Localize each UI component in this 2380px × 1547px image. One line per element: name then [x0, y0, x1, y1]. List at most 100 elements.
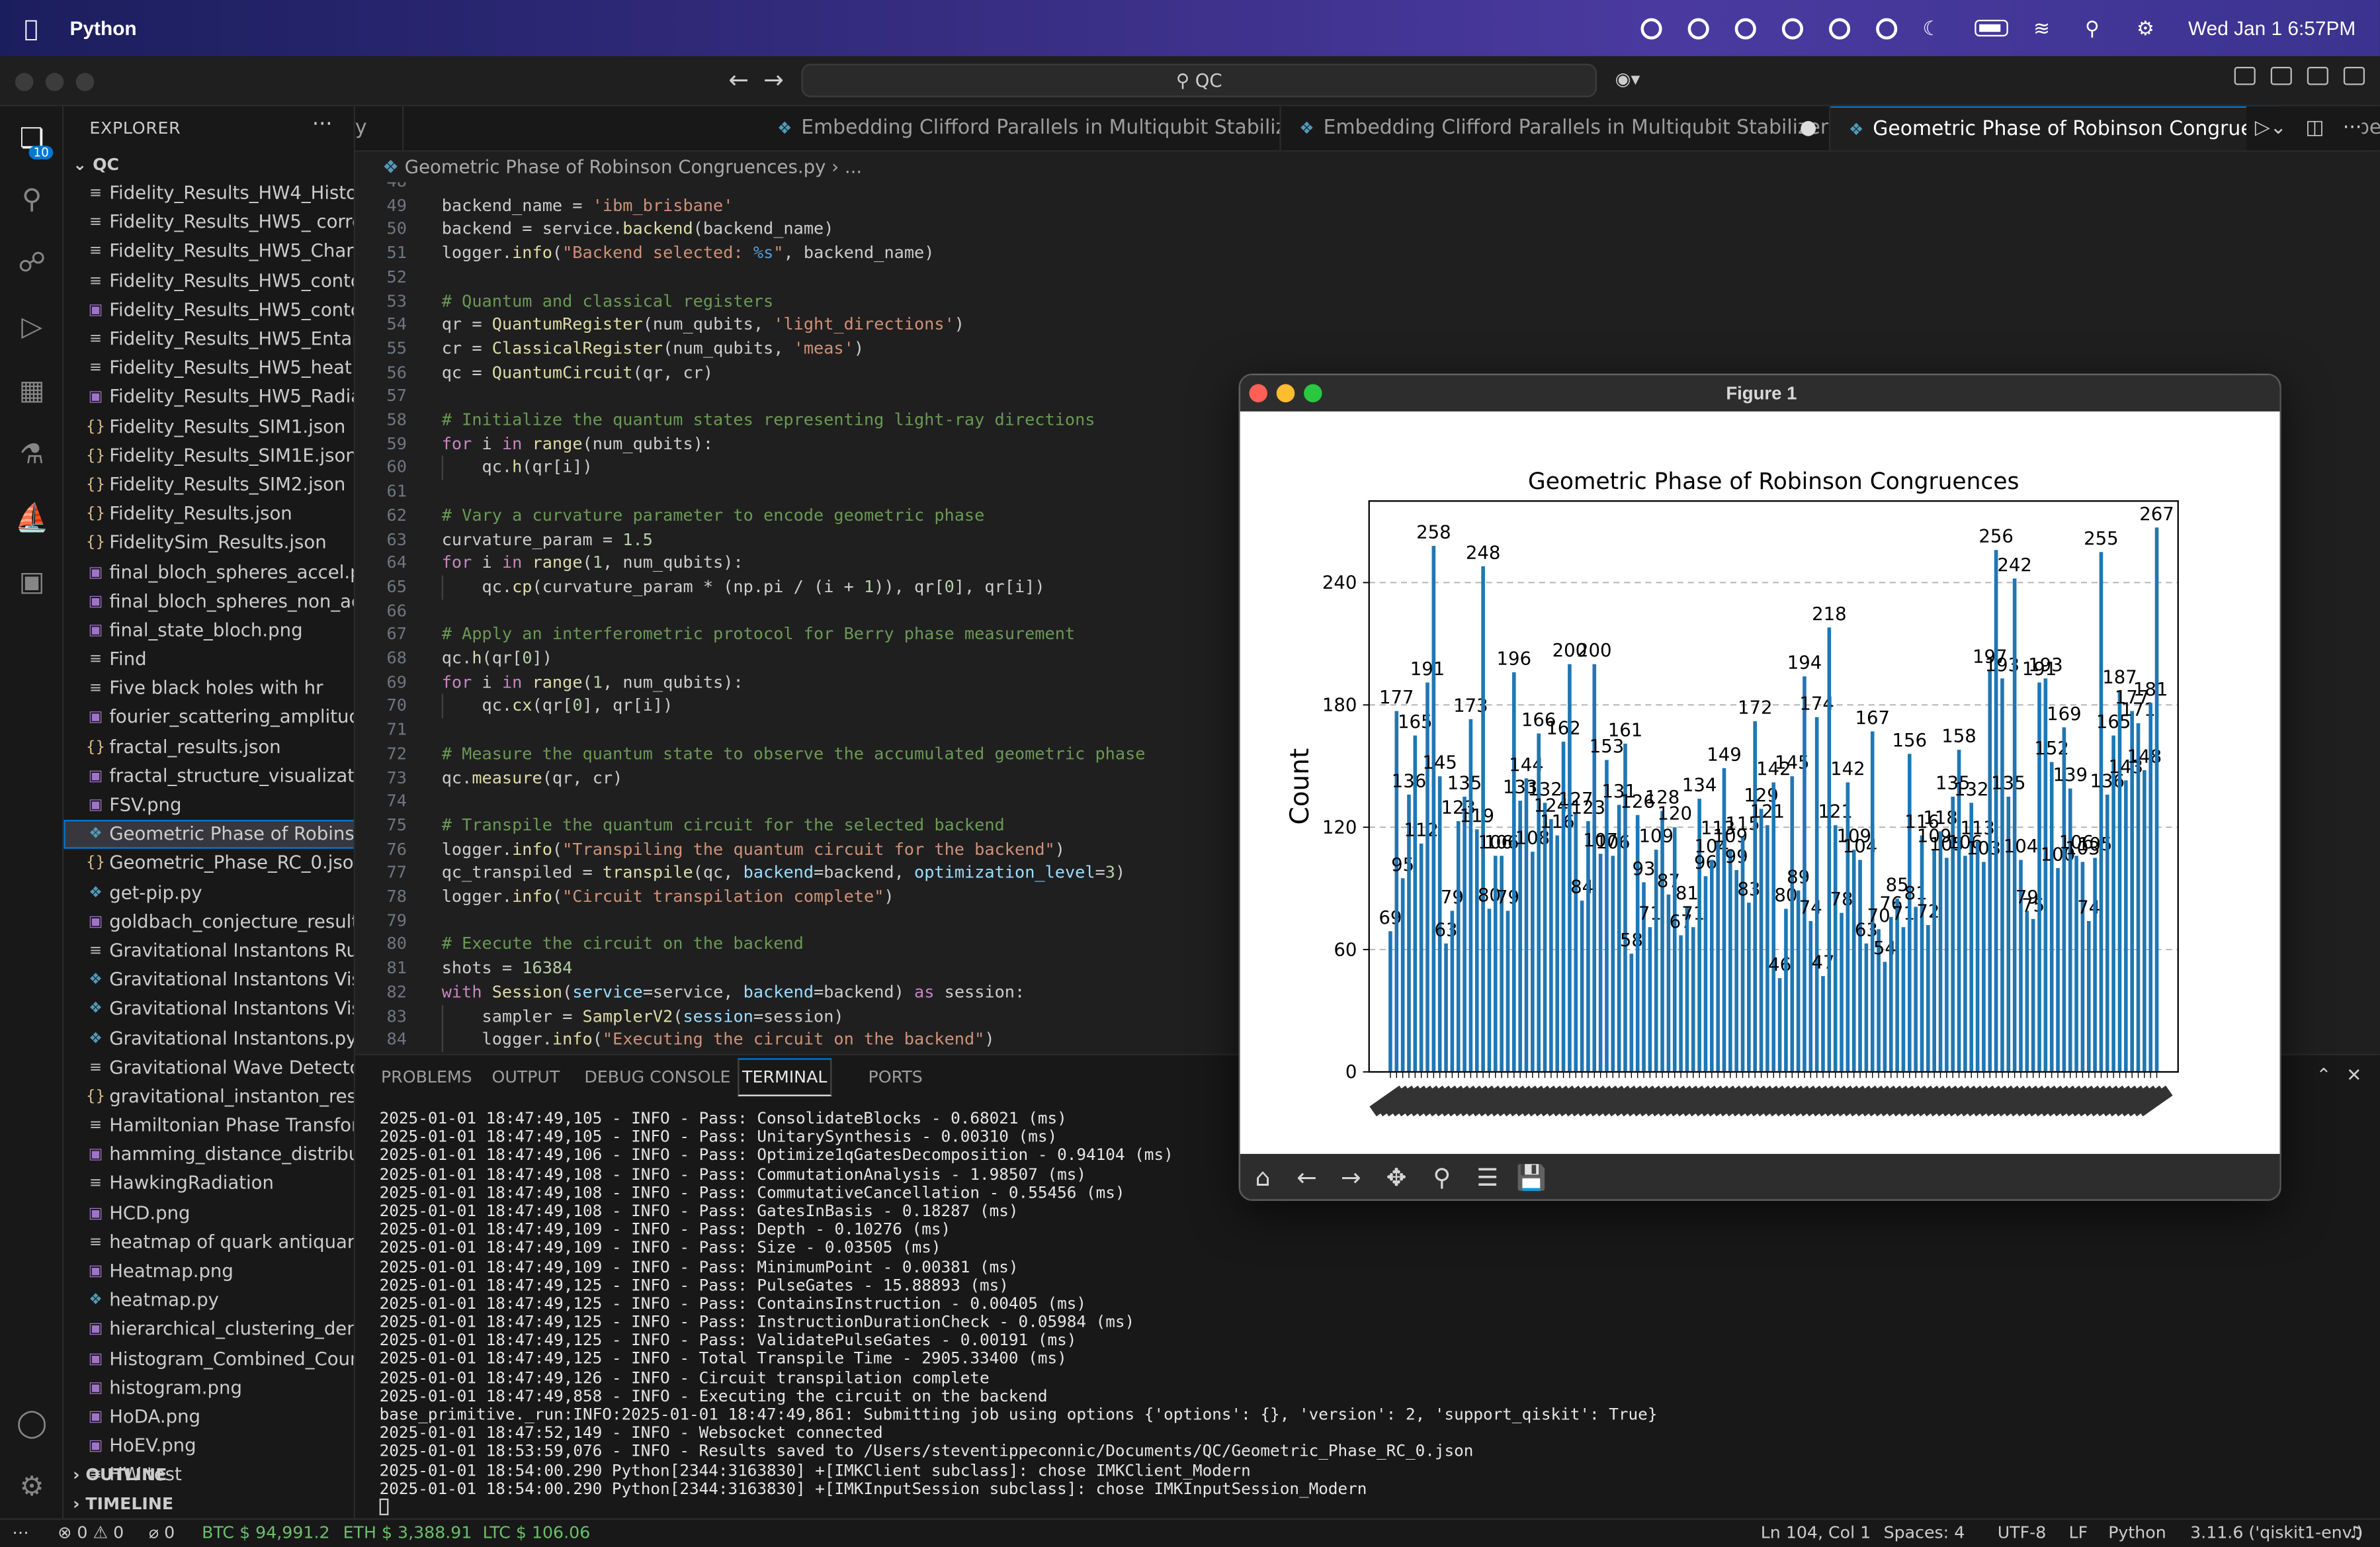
tab-debug-console[interactable]: DEBUG CONSOLE: [584, 1067, 730, 1087]
line-ending[interactable]: LF: [2069, 1523, 2088, 1542]
timeline-section[interactable]: › TIMELINE: [73, 1494, 173, 1514]
testing-icon[interactable]: ⚗: [14, 437, 50, 474]
file-item[interactable]: ▣ HoDA.png: [64, 1403, 353, 1432]
notifications-bell-icon[interactable]: ♫: [2348, 1523, 2363, 1542]
file-item[interactable]: ▣ hamming_distance_distribut...: [64, 1141, 354, 1170]
file-item[interactable]: ▣ HoEV.png: [64, 1432, 353, 1461]
minimize-window-button[interactable]: [45, 73, 64, 91]
file-item[interactable]: ≡ Fidelity_Results_HW5_heat ...: [64, 354, 354, 383]
file-item[interactable]: {} Fidelity_Results_SIM2.json: [64, 470, 353, 500]
file-item[interactable]: ≡ Find: [64, 645, 353, 674]
workspace-root-folder[interactable]: ⌄ QC: [73, 155, 119, 175]
file-item[interactable]: ▣ FSV.png: [64, 791, 353, 820]
moon-icon[interactable]: ☾: [1923, 17, 1949, 40]
breadcrumb-file[interactable]: Geometric Phase of Robinson Congruences.…: [405, 156, 826, 177]
problems-indicator[interactable]: ⊗ 0 ⚠ 0: [58, 1523, 124, 1542]
file-item[interactable]: ▣ final_bloch_spheres_non_ac...: [64, 587, 354, 616]
source-control-icon[interactable]: ☍: [14, 246, 50, 283]
file-item[interactable]: ≡ Fidelity_Results_HW5_ corre...: [64, 208, 354, 238]
maximize-panel-icon[interactable]: ⌃: [2316, 1065, 2331, 1086]
file-item[interactable]: ❖ Gravitational Instantons.py: [64, 1024, 353, 1053]
extensions-icon[interactable]: ▦: [14, 373, 50, 410]
file-item[interactable]: ❖ heatmap.py: [64, 1286, 353, 1315]
file-item[interactable]: ❖ Geometric Phase of Robinso...: [64, 820, 354, 850]
file-item[interactable]: ▣ fractal_structure_visualizati...: [64, 762, 354, 791]
file-item[interactable]: ▣ Fidelity_Results_HW5_Radia...: [64, 383, 354, 412]
file-item[interactable]: {} Fidelity_Results_SIM1E.json: [64, 441, 354, 470]
file-item[interactable]: ▣ hierarchical_clustering_den...: [64, 1315, 354, 1345]
forward-arrow-icon[interactable]: →: [763, 66, 784, 95]
back-arrow-icon[interactable]: ←: [728, 66, 749, 95]
run-debug-icon[interactable]: ▷: [14, 310, 50, 346]
language-mode[interactable]: Python: [2108, 1523, 2166, 1542]
figure-minimize-button[interactable]: [1276, 384, 1295, 403]
menu-bar-clock[interactable]: Wed Jan 1 6:57PM: [2188, 17, 2356, 39]
back-icon[interactable]: ←: [1290, 1161, 1323, 1194]
zoom-window-button[interactable]: [75, 73, 95, 91]
ports-indicator[interactable]: ⌀ 0: [149, 1523, 175, 1542]
file-item[interactable]: ≡ Five black holes with hr: [64, 674, 353, 703]
toggle-panel-icon[interactable]: [2307, 66, 2328, 85]
file-item[interactable]: ≡ Fidelity_Results_HW4_Histo...: [64, 179, 354, 208]
more-actions-icon[interactable]: ···: [2343, 117, 2361, 140]
editor-tab[interactable]: y: [355, 106, 404, 151]
file-item[interactable]: ▣ HCD.png: [64, 1199, 353, 1228]
battery-icon[interactable]: [1974, 19, 2008, 37]
file-item[interactable]: {} FidelitySim_Results.json: [64, 529, 353, 558]
save-figure-icon[interactable]: 💾: [1515, 1161, 1548, 1194]
file-item[interactable]: ≡ heatmap of quark antiquark i...: [64, 1228, 354, 1257]
search-icon[interactable]: ⚲: [14, 182, 50, 218]
file-item[interactable]: ▣ Fidelity_Results_HW5_conto...: [64, 296, 354, 325]
file-item[interactable]: ▣ final_state_bloch.png: [64, 616, 353, 645]
account-icon[interactable]: ◯: [14, 1406, 50, 1442]
editor-tab[interactable]: ❖ Embedding Clifford Parallels in Multiqu…: [759, 106, 1281, 151]
file-item[interactable]: {} Geometric_Phase_RC_0.json: [64, 849, 354, 878]
terminal-prompt[interactable]: [379, 1498, 1658, 1517]
file-item[interactable]: {} fractal_results.json: [64, 732, 353, 762]
tab-terminal[interactable]: TERMINAL: [738, 1058, 832, 1096]
file-item[interactable]: ▣ Histogram_Combined_Coun...: [64, 1345, 354, 1374]
outline-section[interactable]: › OUTLINE: [73, 1465, 167, 1485]
file-item[interactable]: ≡ Fidelity_Results_HW5_conto...: [64, 267, 354, 296]
indentation[interactable]: Spaces: 4: [1884, 1523, 1965, 1542]
btc-price[interactable]: BTC $ 94,991.2: [202, 1523, 329, 1542]
status-app-icon-5[interactable]: [1828, 17, 1850, 39]
file-item[interactable]: ▣ goldbach_conjecture_result...: [64, 907, 354, 936]
split-editor-icon[interactable]: ◫: [2305, 117, 2324, 140]
breadcrumb-symbol[interactable]: ...: [845, 156, 862, 177]
more-actions-icon[interactable]: ···: [312, 112, 333, 137]
remote-explorer-icon[interactable]: ▣: [14, 565, 50, 601]
file-item[interactable]: ▣ fourier_scattering_amplitud...: [64, 703, 354, 732]
close-panel-icon[interactable]: ✕: [2346, 1065, 2361, 1086]
editor-tab[interactable]: ❖ Geometric Phase of Robinson Congruences…: [1830, 106, 2280, 151]
unsaved-indicator-icon[interactable]: ●: [1800, 107, 1817, 151]
run-python-icon[interactable]: ▷⌄: [2255, 117, 2287, 140]
file-item[interactable]: ≡ Gravitational Wave Detector: [64, 1053, 354, 1083]
apple-icon[interactable]: : [24, 15, 52, 42]
file-item[interactable]: ≡ Fidelity_Results_HW5_Chart1: [64, 238, 354, 267]
file-item[interactable]: ≡ HawkingRadiation: [64, 1170, 353, 1199]
forward-icon[interactable]: →: [1334, 1161, 1367, 1194]
file-item[interactable]: ▣ final_bloch_spheres_accel.p...: [64, 558, 354, 587]
eth-price[interactable]: ETH $ 3,388.91: [343, 1523, 472, 1542]
file-item[interactable]: ▣ Heatmap.png: [64, 1257, 353, 1286]
tab-ports[interactable]: PORTS: [869, 1067, 923, 1087]
file-item[interactable]: ❖ Gravitational Instantons Visu...: [64, 995, 353, 1024]
search-icon[interactable]: ⚲: [2085, 17, 2111, 40]
file-item[interactable]: ≡ Hamiltonian Phase Transfor...: [64, 1112, 354, 1141]
file-item[interactable]: {}gravitational_instanton_resu...: [64, 1083, 354, 1112]
status-app-icon-3[interactable]: [1734, 17, 1756, 39]
layout-customize-icon[interactable]: [2234, 66, 2256, 85]
play-icon[interactable]: [1875, 17, 1897, 39]
wifi-icon[interactable]: ≋: [2033, 17, 2059, 40]
app-name[interactable]: Python: [70, 17, 137, 39]
file-item[interactable]: ▣ histogram.png: [64, 1374, 353, 1403]
pan-icon[interactable]: ✥: [1380, 1161, 1413, 1194]
close-window-button[interactable]: [15, 73, 34, 91]
settings-gear-icon[interactable]: ⚙: [14, 1470, 50, 1506]
file-item[interactable]: ≡ Gravitational Instantons Run...: [64, 936, 354, 965]
status-app-icon-2[interactable]: [1687, 17, 1709, 39]
command-center-search[interactable]: ⚲ QC: [801, 64, 1597, 97]
encoding[interactable]: UTF-8: [1998, 1523, 2047, 1542]
copilot-icon[interactable]: ◉▾: [1615, 68, 1640, 89]
